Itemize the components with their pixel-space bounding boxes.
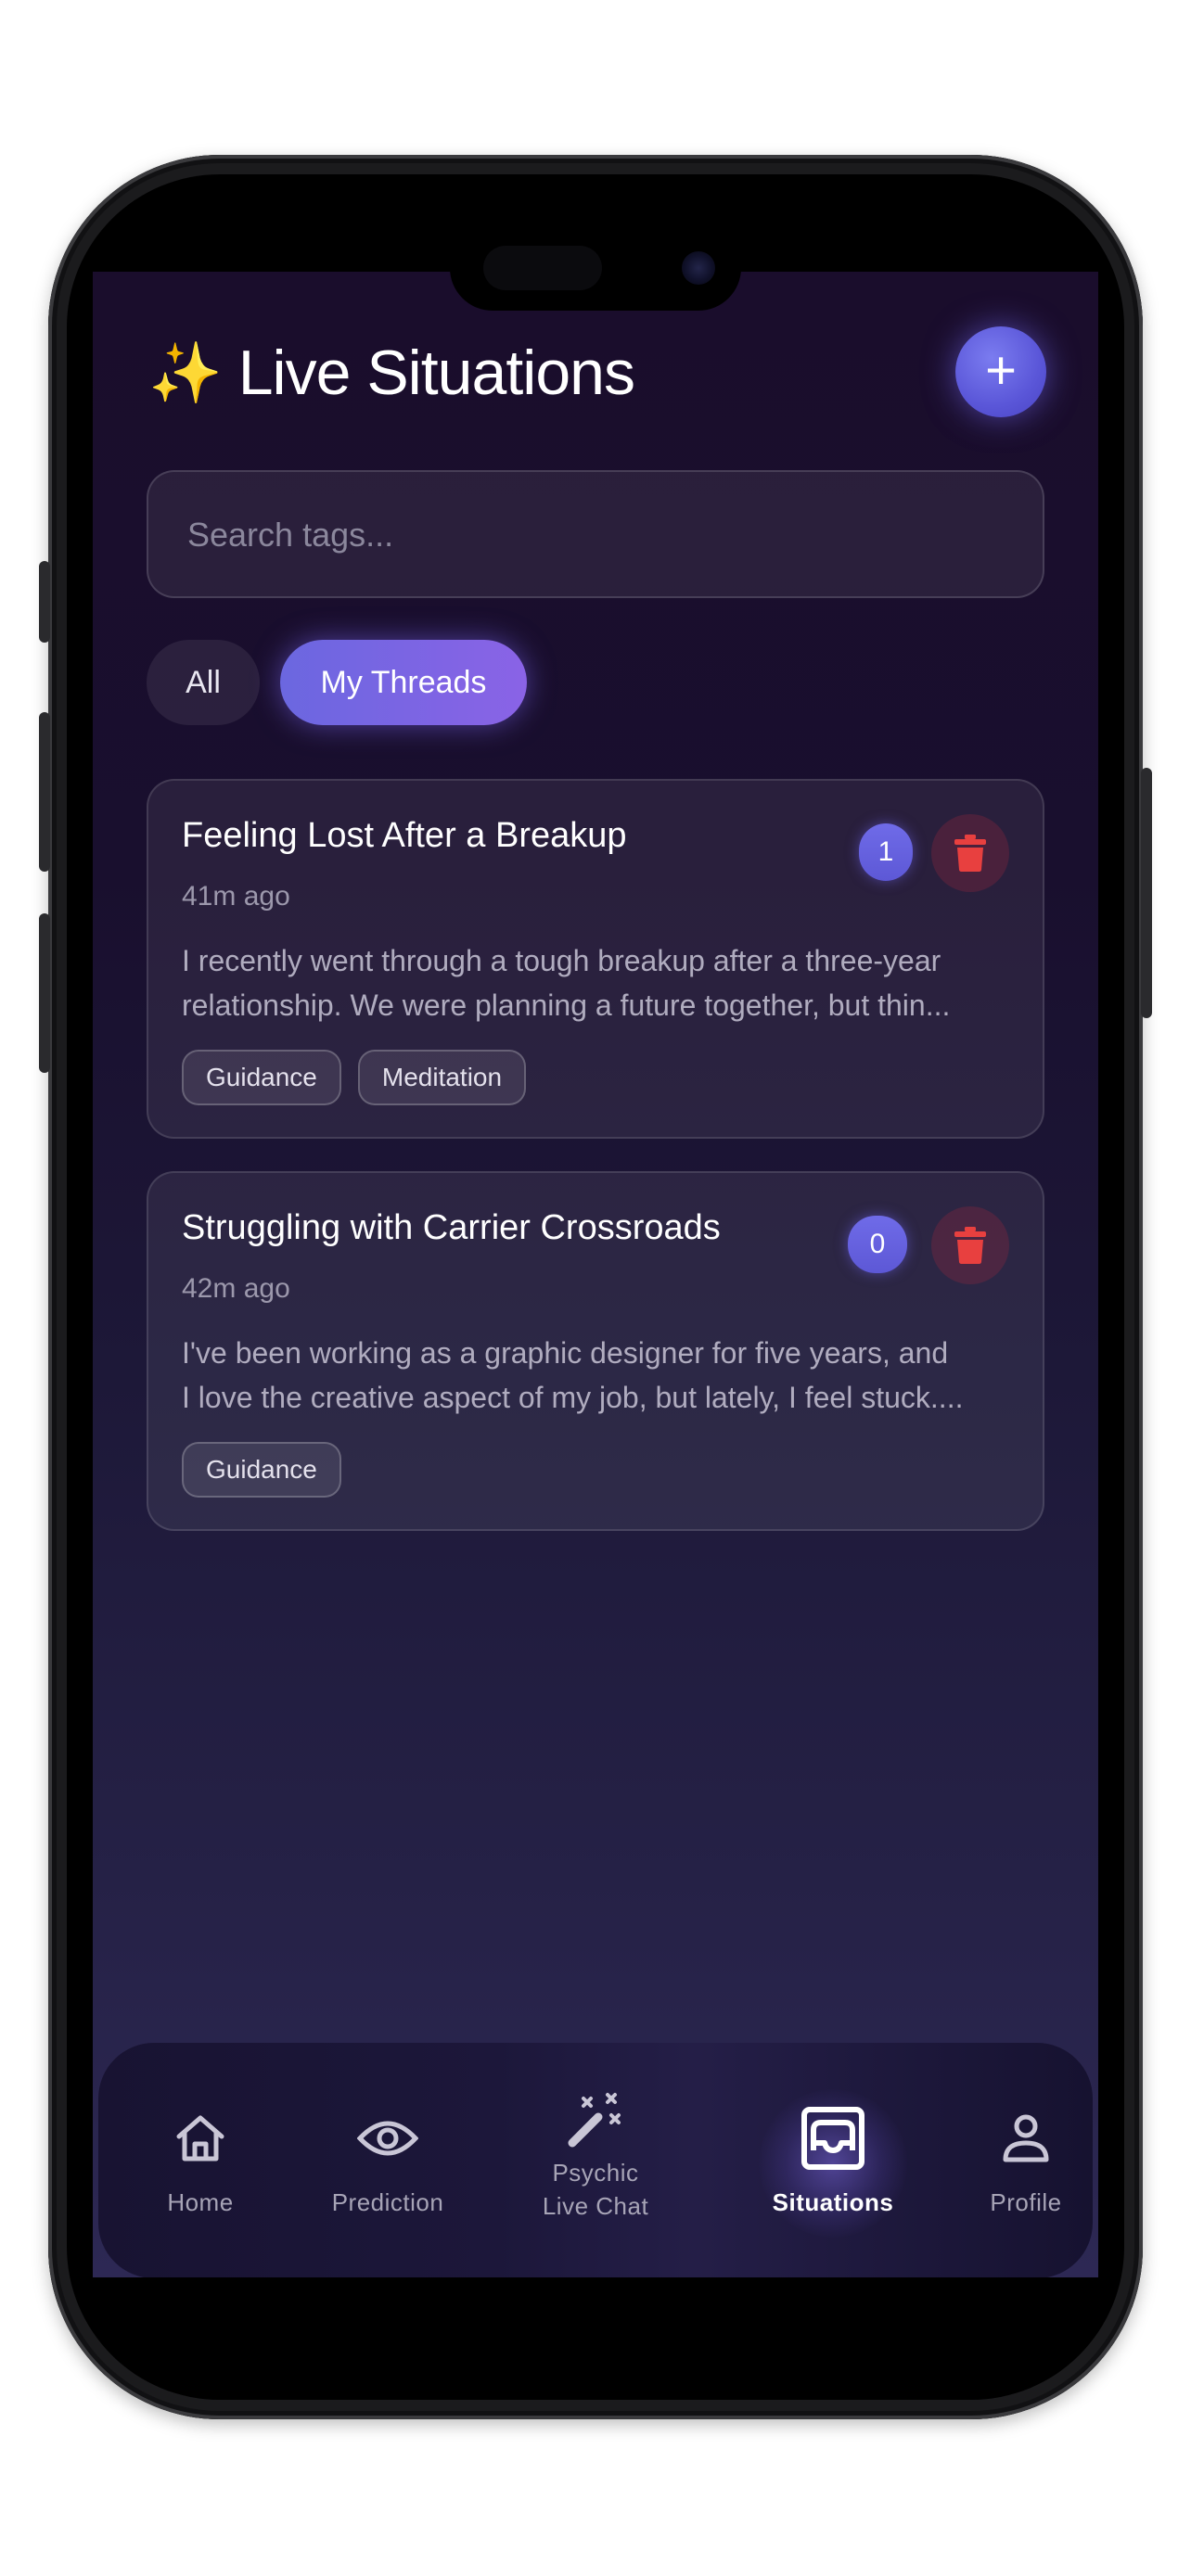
user-icon: [989, 2106, 1063, 2171]
delete-thread-button[interactable]: [931, 814, 1009, 892]
delete-thread-button[interactable]: [931, 1206, 1009, 1284]
trash-icon: [954, 1227, 986, 1264]
eye-icon: [351, 2106, 425, 2171]
thread-tags: Guidance Meditation: [182, 1050, 527, 1105]
tab-situations-label: Situations: [772, 2188, 894, 2216]
volume-up-button: [39, 712, 50, 872]
tab-profile[interactable]: Profile: [933, 2043, 1098, 2277]
search-box: [147, 470, 1044, 598]
thread-tags: Guidance: [182, 1442, 341, 1498]
page-title: ✨ Live Situations: [148, 331, 635, 414]
thread-preview-line: I've been working as a graphic designer …: [182, 1336, 949, 1370]
tag-chip[interactable]: Guidance: [182, 1442, 341, 1498]
thread-timestamp: 42m ago: [182, 1273, 290, 1304]
phone-bottom-chin: [93, 2277, 1098, 2379]
thread-card[interactable]: Feeling Lost After a Breakup 41m ago I r…: [147, 779, 1044, 1139]
tab-home[interactable]: Home: [108, 2043, 293, 2277]
search-tags-input[interactable]: [186, 472, 1005, 598]
thread-preview: I've been working as a graphic designer …: [182, 1331, 1013, 1420]
dynamic-island: [450, 225, 741, 311]
front-camera: [682, 251, 715, 285]
thread-timestamp: 41m ago: [182, 881, 290, 912]
sparkles-icon: ✨: [148, 338, 223, 406]
inbox-tray-icon: [796, 2106, 870, 2171]
power-button: [1141, 768, 1152, 1018]
thread-title: Feeling Lost After a Breakup: [182, 816, 627, 855]
face-id-sensor: [483, 246, 602, 290]
thread-preview: I recently went through a tough breakup …: [182, 938, 1013, 1027]
volume-down-button: [39, 913, 50, 1073]
tab-profile-label: Profile: [990, 2188, 1062, 2216]
tab-home-label: Home: [167, 2188, 234, 2216]
mute-switch: [39, 561, 50, 643]
tab-psychic-live-chat[interactable]: Psychic Live Chat: [503, 2043, 688, 2277]
filter-all-pill[interactable]: All: [147, 640, 260, 725]
tab-psychic-label-line2: Live Chat: [542, 2192, 649, 2220]
app-screen: ✨ Live Situations + All My Threads Feeli…: [93, 272, 1098, 2277]
trash-icon: [954, 835, 986, 872]
tab-psychic-label-line1: Psychic: [552, 2159, 639, 2187]
tag-chip[interactable]: Meditation: [357, 1050, 527, 1105]
page-title-text: Live Situations: [237, 338, 635, 408]
home-icon: [163, 2106, 237, 2171]
tab-situations[interactable]: Situations: [740, 2043, 926, 2277]
tab-prediction-label: Prediction: [331, 2188, 444, 2216]
thread-title: Struggling with Carrier Crossroads: [182, 1208, 721, 1247]
tag-chip[interactable]: Guidance: [182, 1050, 341, 1105]
thread-card[interactable]: Struggling with Carrier Crossroads 42m a…: [147, 1171, 1044, 1531]
tab-prediction[interactable]: Prediction: [295, 2043, 480, 2277]
tab-psychic-label: Psychic Live Chat: [543, 2156, 648, 2223]
thread-preview-line: I love the creative aspect of my job, bu…: [182, 1381, 964, 1414]
bottom-tab-bar: Home Prediction Psychic Live Chat Situat…: [98, 2043, 1093, 2277]
magic-wand-icon: [558, 2087, 633, 2152]
add-situation-button[interactable]: +: [955, 326, 1046, 417]
reply-count-badge: 1: [859, 823, 913, 881]
thread-preview-line: I recently went through a tough breakup …: [182, 944, 941, 977]
reply-count-badge: 0: [848, 1216, 907, 1273]
thread-preview-line: relationship. We were planning a future …: [182, 988, 951, 1022]
filter-my-threads-pill[interactable]: My Threads: [280, 640, 527, 725]
